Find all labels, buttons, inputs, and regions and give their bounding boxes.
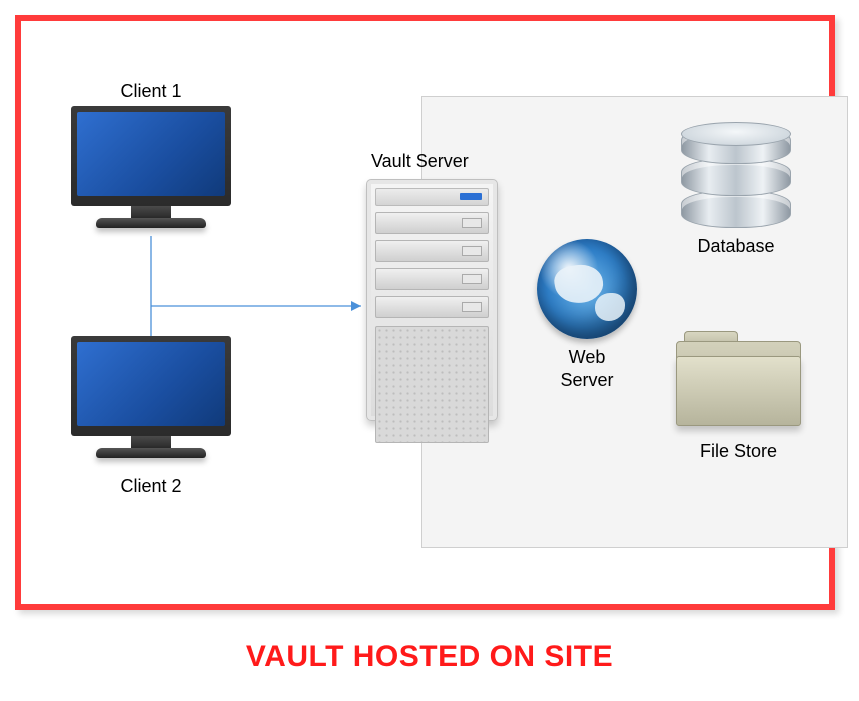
diagram-canvas: Client 1 Client 2 Vault Server Web Serve: [0, 0, 859, 701]
connection-lines: [21, 21, 841, 616]
red-frame: Client 1 Client 2 Vault Server Web Serve: [15, 15, 835, 610]
diagram-caption: VAULT HOSTED ON SITE: [0, 640, 859, 674]
